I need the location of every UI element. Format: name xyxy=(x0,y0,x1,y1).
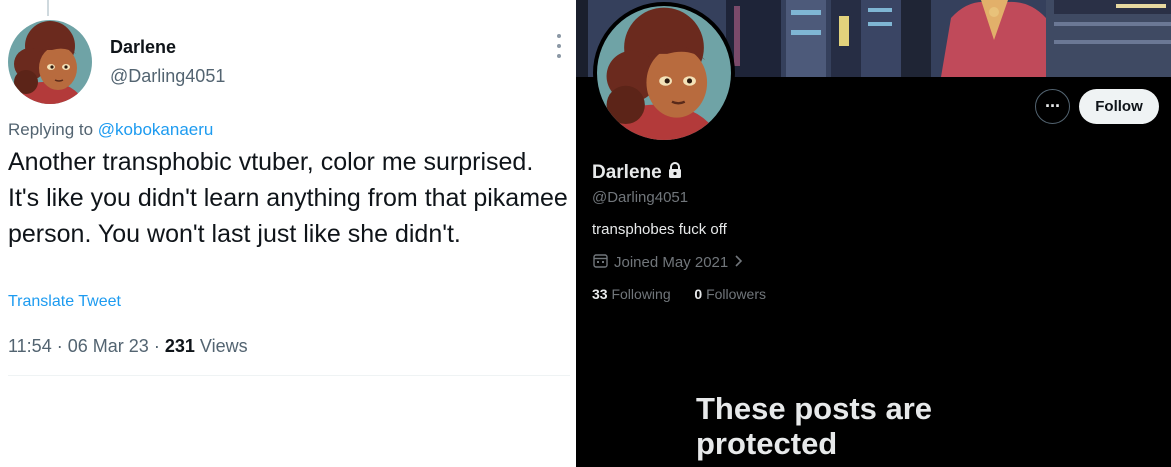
follow-button[interactable]: Follow xyxy=(1079,89,1159,124)
views-label: Views xyxy=(199,336,248,356)
followers-count: 0 xyxy=(694,286,703,302)
followers-link[interactable]: 0 Followers xyxy=(694,286,766,302)
replying-to-link[interactable]: @kobokanaeru xyxy=(98,120,214,139)
tweet-text: Another transphobic vtuber, color me sur… xyxy=(8,148,568,248)
tweet-time[interactable]: 11:54 xyxy=(8,336,52,356)
calendar-icon xyxy=(593,253,608,272)
profile-joined: Joined May 2021 xyxy=(593,253,743,272)
profile-stats: 33 Following 0 Followers xyxy=(592,286,766,302)
thread-line xyxy=(47,0,49,16)
replying-prefix: Replying to xyxy=(8,120,94,139)
more-vertical-icon[interactable] xyxy=(552,34,566,58)
author-name[interactable]: Darlene xyxy=(110,37,176,58)
avatar[interactable] xyxy=(8,20,92,104)
author-handle[interactable]: @Darling4051 xyxy=(110,66,225,87)
profile-name-row: Darlene xyxy=(592,162,682,184)
profile-name: Darlene xyxy=(592,162,662,183)
lock-icon xyxy=(668,162,682,184)
following-link[interactable]: 33 Following xyxy=(592,286,675,302)
tweet-date[interactable]: 06 Mar 23 xyxy=(68,336,149,356)
following-label: Following xyxy=(611,286,671,302)
chevron-right-icon[interactable] xyxy=(734,254,743,272)
following-count: 33 xyxy=(592,286,608,302)
replying-to: Replying to @kobokanaeru xyxy=(8,120,213,140)
profile-avatar[interactable] xyxy=(593,2,735,144)
tweet-meta: 11:54 · 06 Mar 23 · 231 Views xyxy=(8,336,248,357)
followers-label: Followers xyxy=(706,286,766,302)
translate-tweet-link[interactable]: Translate Tweet xyxy=(8,293,121,311)
meta-separator: · xyxy=(153,336,160,356)
profile-bio: transphobes fuck off xyxy=(592,221,727,238)
profile-handle: @Darling4051 xyxy=(592,189,689,206)
views-count: 231 xyxy=(164,336,195,356)
meta-separator: · xyxy=(56,336,63,356)
more-options-button[interactable]: ··· xyxy=(1035,89,1070,124)
tweet-panel: Darlene @Darling4051 Replying to @koboka… xyxy=(0,0,576,467)
protected-message: These posts are protected xyxy=(696,391,933,461)
joined-text: Joined May 2021 xyxy=(614,254,729,271)
profile-panel: ··· Follow Darlene @Darling4051 transpho… xyxy=(576,0,1171,467)
divider xyxy=(8,375,570,376)
